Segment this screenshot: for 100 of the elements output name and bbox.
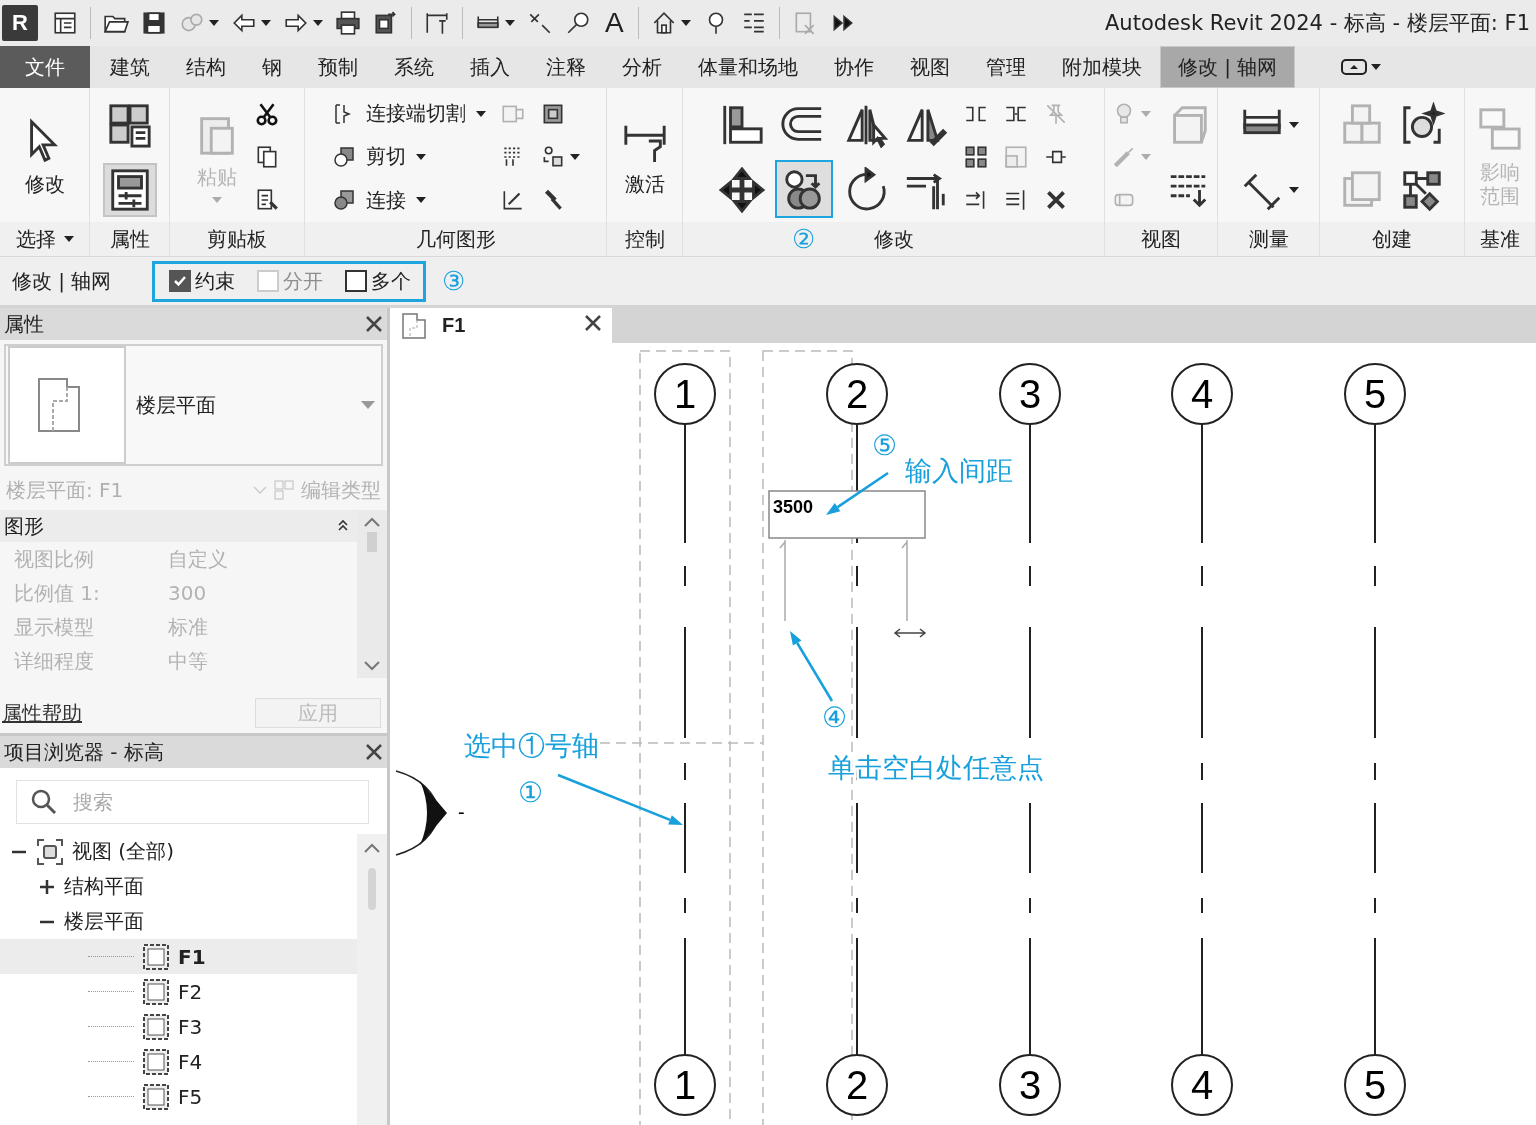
- caret-icon[interactable]: [415, 197, 426, 204]
- dimension-marker-icon: [424, 10, 450, 36]
- collapse-icon[interactable]: [337, 519, 349, 533]
- caret-icon[interactable]: [475, 110, 486, 117]
- ribbon-tab[interactable]: 体量和场地: [680, 46, 816, 88]
- ribbon-tab[interactable]: 插入: [452, 46, 528, 88]
- grid-bubble[interactable]: 1: [654, 363, 716, 425]
- callout-note: 选中①号轴: [464, 730, 599, 761]
- caret-icon[interactable]: [1288, 121, 1299, 128]
- scrollbar-thumb[interactable]: [367, 532, 377, 552]
- property-name: 视图比例: [14, 545, 95, 573]
- grid-bubble[interactable]: 5: [1344, 1054, 1406, 1116]
- caret-icon[interactable]: [505, 20, 515, 26]
- scroll-down-icon[interactable]: [363, 660, 381, 672]
- scroll-up-icon[interactable]: [363, 516, 381, 528]
- tree-item[interactable]: 结构平面: [0, 869, 357, 904]
- scrollbar[interactable]: [357, 834, 387, 1125]
- cubes-icon: [106, 101, 153, 148]
- scrollbar-thumb[interactable]: [368, 868, 376, 910]
- tree-item[interactable]: F1: [0, 939, 357, 974]
- grid-bubble[interactable]: 4: [1171, 363, 1233, 425]
- expand-icon[interactable]: [39, 878, 55, 895]
- grid-line[interactable]: [1374, 423, 1376, 1056]
- caret-icon[interactable]: [63, 236, 74, 242]
- ribbon-tab[interactable]: 修改 | 轴网: [1160, 46, 1296, 88]
- close-icon[interactable]: [365, 743, 383, 761]
- grid-line[interactable]: [1029, 423, 1031, 1056]
- ribbon-tab[interactable]: 视图: [892, 46, 968, 88]
- close-icon[interactable]: [365, 315, 383, 333]
- dimension-input-field[interactable]: 3500: [768, 490, 926, 539]
- double-arrow-icon[interactable]: [893, 628, 927, 638]
- scale-squares-icon: [1002, 144, 1029, 170]
- type-selector[interactable]: 楼层平面: [4, 344, 383, 466]
- export-icon: [373, 10, 399, 36]
- grid-line[interactable]: [1201, 423, 1203, 1056]
- grid-bubble[interactable]: 3: [999, 363, 1061, 425]
- caret-icon[interactable]: [415, 154, 426, 160]
- grid-bubble[interactable]: 4: [1171, 1054, 1233, 1116]
- panel-label: 几何图形: [415, 225, 496, 253]
- caret-icon[interactable]: [1371, 64, 1382, 70]
- text-tool-button[interactable]: A: [605, 7, 624, 39]
- ribbon-tab[interactable]: 分析: [604, 46, 680, 88]
- close-icon[interactable]: [584, 314, 602, 332]
- option-checkbox[interactable]: 约束: [169, 267, 235, 295]
- property-name: 详细程度: [14, 647, 95, 675]
- caret-icon[interactable]: [680, 20, 691, 26]
- tool-button[interactable]: [102, 162, 157, 217]
- toolbar-button[interactable]: [141, 10, 167, 36]
- view-icon: [142, 942, 170, 971]
- tree-item[interactable]: F4: [0, 1044, 357, 1079]
- tree-item[interactable]: 楼层平面: [0, 904, 357, 939]
- caret-icon[interactable]: [569, 154, 580, 160]
- grid-bubble[interactable]: 2: [826, 1054, 888, 1116]
- tool-button[interactable]: 连接端切割: [327, 96, 490, 132]
- ribbon-tab[interactable]: 系统: [376, 46, 452, 88]
- scrollbar[interactable]: [357, 510, 387, 678]
- caret-icon[interactable]: [313, 20, 323, 26]
- elevation-label: -: [458, 801, 465, 823]
- option-checkbox[interactable]: 多个: [345, 267, 411, 295]
- tool-button[interactable]: [774, 159, 833, 218]
- tool-button[interactable]: 连接: [327, 182, 430, 218]
- panel-label: 属性: [109, 225, 150, 253]
- help-link[interactable]: 属性帮助: [2, 699, 82, 727]
- panel-label: 创建: [1372, 225, 1412, 253]
- search-field[interactable]: 搜索: [16, 780, 369, 824]
- tool-button[interactable]: 剪切: [327, 139, 430, 175]
- grid-bubble[interactable]: 3: [999, 1054, 1061, 1116]
- ribbon-tab[interactable]: 预制: [300, 46, 376, 88]
- ribbon-tab[interactable]: 建筑: [92, 46, 168, 88]
- caret-icon[interactable]: [1288, 186, 1299, 193]
- ribbon-tab[interactable]: 钢: [244, 46, 300, 88]
- toolbar-button[interactable]: [52, 10, 78, 36]
- caret-icon[interactable]: [261, 20, 271, 26]
- elevation-marker-drawing[interactable]: [395, 770, 447, 856]
- tree-item[interactable]: F2: [0, 974, 357, 1009]
- ribbon-tab[interactable]: 协作: [816, 46, 892, 88]
- toolbar-button[interactable]: [424, 10, 450, 36]
- group-header[interactable]: 图形: [4, 512, 44, 540]
- tree-item[interactable]: 视图 (全部): [0, 834, 357, 869]
- ribbon-tab[interactable]: 附加模块: [1044, 46, 1160, 88]
- view-bracket-icon: [36, 837, 64, 866]
- scroll-up-icon[interactable]: [363, 842, 381, 854]
- view-tab[interactable]: F1: [390, 308, 612, 343]
- grid-line[interactable]: [684, 423, 686, 1056]
- joined-shapes-icon: [331, 188, 356, 213]
- grid-bubble[interactable]: 5: [1344, 363, 1406, 425]
- toolbar-button[interactable]: [373, 10, 399, 36]
- ribbon-tab[interactable]: 注释: [528, 46, 604, 88]
- tree-item[interactable]: F3: [0, 1009, 357, 1044]
- app-logo-button[interactable]: R: [2, 5, 38, 41]
- tool-button[interactable]: 修改: [17, 112, 72, 202]
- panel-label: 视图: [1141, 225, 1181, 253]
- file-menu-button[interactable]: 文件: [0, 46, 90, 88]
- grid-bubble[interactable]: 2: [826, 363, 888, 425]
- ribbon-tab[interactable]: 结构: [168, 46, 244, 88]
- toolbar-button[interactable]: [335, 10, 361, 36]
- tool-button[interactable]: 激活: [617, 112, 672, 202]
- ribbon-tab[interactable]: 管理: [968, 46, 1044, 88]
- tree-item[interactable]: F5: [0, 1079, 357, 1114]
- grid-bubble[interactable]: 1: [654, 1054, 716, 1116]
